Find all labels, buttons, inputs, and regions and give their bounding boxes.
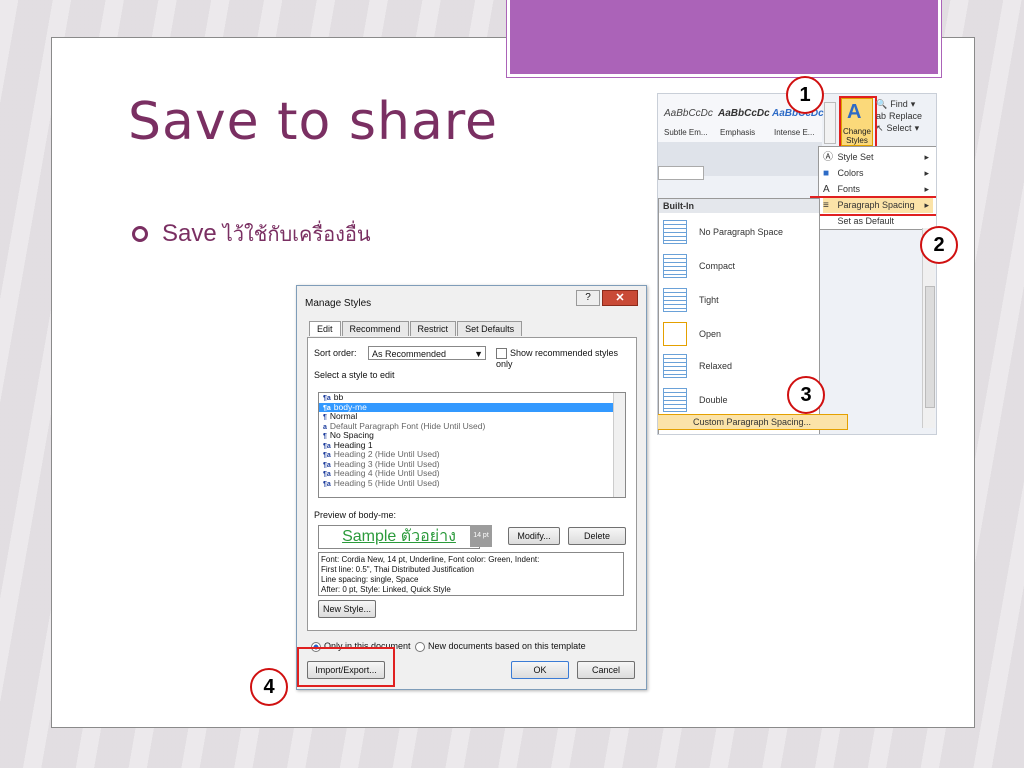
styles-list[interactable]: ¶a bb ¶a body-me ¶ Normal a Default Paragrap… xyxy=(318,392,626,498)
colors-icon: ■ xyxy=(823,168,830,179)
close-icon: ✕ xyxy=(615,292,625,304)
step-marker-2: 2 xyxy=(920,226,958,264)
spacing-icon xyxy=(663,288,687,312)
scrollbar[interactable] xyxy=(613,393,625,497)
cancel-button[interactable]: Cancel xyxy=(577,661,635,679)
delete-button[interactable]: Delete xyxy=(568,527,626,545)
tab-recommend[interactable]: Recommend xyxy=(341,321,409,336)
gallery-name: Emphasis xyxy=(720,128,756,137)
custom-paragraph-spacing[interactable]: Custom Paragraph Spacing... xyxy=(658,414,848,430)
ruler-box xyxy=(658,166,704,180)
dialog-title: Manage Styles xyxy=(305,298,372,309)
menu-item-colors[interactable]: ■ Colors ▸ xyxy=(823,165,933,181)
spacing-option[interactable]: Tight xyxy=(663,285,813,315)
replace-icon: ab xyxy=(876,111,887,121)
sort-order-select[interactable]: As Recommended ▼ xyxy=(368,346,486,360)
sort-label: Sort order: xyxy=(314,348,357,358)
bullet-label: Save xyxy=(162,220,217,247)
preview-size: 14 pt xyxy=(470,525,492,547)
style-preview: Sample ตัวอย่าง xyxy=(318,525,480,549)
spacing-option[interactable]: Relaxed xyxy=(663,351,813,381)
bullet-thai-text: ไว้ใช้กับเครื่องอื่น xyxy=(222,224,371,246)
builtin-header: Built-In xyxy=(659,199,819,213)
highlight-box xyxy=(297,647,395,687)
gallery-scroll[interactable] xyxy=(824,102,836,144)
find-button[interactable]: 🔍 Find ▾ xyxy=(876,98,922,110)
new-docs-radio[interactable]: New documents based on this template xyxy=(415,641,586,652)
chevron-down-icon: ▼ xyxy=(474,349,483,359)
scroll-thumb[interactable] xyxy=(925,286,935,408)
tab-restrict[interactable]: Restrict xyxy=(409,321,457,336)
select-style-label: Select a style to edit xyxy=(314,370,395,380)
cursor-icon: ↖ xyxy=(876,123,884,133)
replace-button[interactable]: ab Replace xyxy=(876,110,922,122)
list-item[interactable]: ¶a body-me xyxy=(319,402,625,412)
spacing-icon xyxy=(663,254,687,278)
show-recommended-checkbox[interactable]: Show recommended styles only xyxy=(496,348,636,369)
gallery-name: Intense E... xyxy=(774,128,815,137)
tab-set-defaults[interactable]: Set Defaults xyxy=(457,321,523,336)
menu-item-fonts[interactable]: A Fonts ▸ xyxy=(823,181,933,197)
spacing-icon xyxy=(663,354,687,378)
step-marker-4: 4 xyxy=(250,668,288,706)
style-set-icon: Ⓐ xyxy=(823,152,833,163)
gallery-preview[interactable]: AaBbCcDc xyxy=(664,108,713,119)
highlight-box xyxy=(839,96,877,150)
spacing-icon xyxy=(663,388,687,412)
select-button[interactable]: ↖ Select ▾ xyxy=(876,122,922,134)
spacing-option[interactable]: No Paragraph Space xyxy=(663,217,813,247)
bullet-item: Save ไว้ใช้กับเครื่องอื่น xyxy=(132,218,371,250)
tab-edit[interactable]: Edit xyxy=(309,321,341,336)
spacing-option[interactable]: Open xyxy=(663,319,813,349)
new-style-button[interactable]: New Style... xyxy=(318,600,376,618)
preview-label: Preview of body-me: xyxy=(314,510,397,520)
help-button[interactable]: ? xyxy=(576,290,600,306)
step-marker-1: 1 xyxy=(786,76,824,114)
spacing-icon xyxy=(663,220,687,244)
close-button[interactable]: ✕ xyxy=(602,290,638,306)
menu-item-style-set[interactable]: Ⓐ Style Set ▸ xyxy=(823,149,933,165)
editing-group: 🔍 Find ▾ ab Replace ↖ Select ▾ xyxy=(876,98,922,134)
spacing-icon xyxy=(663,322,687,346)
gallery-name: Subtle Em... xyxy=(664,128,708,137)
list-item[interactable]: ¶a Heading 5 (Hide Until Used) xyxy=(319,478,625,489)
style-description: Font: Cordia New, 14 pt, Underline, Font… xyxy=(318,552,624,596)
bullet-icon xyxy=(132,226,148,242)
step-marker-3: 3 xyxy=(787,376,825,414)
title-tab xyxy=(507,0,941,77)
dialog-body: Sort order: As Recommended ▼ Show recomm… xyxy=(307,337,637,631)
spacing-option[interactable]: Compact xyxy=(663,251,813,281)
binoculars-icon: 🔍 xyxy=(876,99,888,109)
ok-button[interactable]: OK xyxy=(511,661,569,679)
dialog-tabs: Edit Recommend Restrict Set Defaults xyxy=(309,321,523,336)
gallery-preview[interactable]: AaBbCcDc xyxy=(718,108,770,119)
manage-styles-dialog: Manage Styles ? ✕ Edit Recommend Restric… xyxy=(296,285,647,690)
modify-button[interactable]: Modify... xyxy=(508,527,560,545)
slide-title: Save to share xyxy=(128,92,499,152)
highlight-box xyxy=(810,196,936,216)
change-styles-menu: Ⓐ Style Set ▸ ■ Colors ▸ A Fonts ▸ ≡ Paragr… xyxy=(818,146,936,230)
